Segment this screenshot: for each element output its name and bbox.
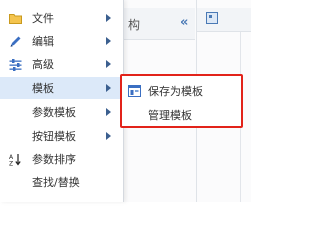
menu-item-file[interactable]: 文件 [0, 7, 123, 29]
submenu-arrow-icon [106, 108, 111, 116]
menu-item-label: 编辑 [32, 35, 54, 48]
save-template-icon [128, 85, 141, 97]
submenu-arrow-icon [106, 84, 111, 92]
menu-item-label: 高级 [32, 58, 54, 71]
menu-item-template[interactable]: 模板 [0, 77, 123, 99]
folder-icon [9, 12, 22, 25]
submenu-item-manage-templates[interactable]: 管理模板 [122, 103, 241, 125]
submenu-arrow-icon [106, 14, 111, 22]
menu-item-label: 文件 [32, 12, 54, 25]
template-submenu: 保存为模板 管理模板 [120, 74, 243, 128]
menu-item-find-replace[interactable]: 查找/替换 [0, 171, 123, 193]
menu-item-advanced[interactable]: 高级 [0, 53, 123, 75]
menu-item-edit[interactable]: 编辑 [0, 30, 123, 52]
menu-item-param-template[interactable]: 参数模板 [0, 101, 123, 123]
panel-header-title: 构 [128, 18, 141, 32]
menu-item-button-template[interactable]: 按钮模板 [0, 125, 123, 147]
menu-item-label: 模板 [32, 82, 54, 95]
collapse-panel-icon[interactable]: « [180, 15, 188, 30]
menu-item-param-sort[interactable]: A Z 参数排序 [0, 148, 123, 170]
menu-item-label: 参数排序 [32, 153, 76, 166]
submenu-item-label: 保存为模板 [148, 85, 203, 98]
menu-item-label: 查找/替换 [32, 176, 80, 189]
sort-az-icon: A Z [9, 153, 22, 166]
submenu-arrow-icon [106, 37, 111, 45]
context-menu: 文件 编辑 高级 模板 参数模板 按钮模板 A Z 参数排序 查找/替换 [0, 0, 124, 202]
submenu-arrow-icon [106, 132, 111, 140]
menu-item-label: 按钮模板 [32, 130, 76, 143]
toolbar-form-icon[interactable] [206, 12, 218, 24]
submenu-item-save-as-template[interactable]: 保存为模板 [122, 79, 241, 101]
svg-text:Z: Z [9, 161, 13, 167]
submenu-arrow-icon [106, 60, 111, 68]
menu-item-label: 参数模板 [32, 106, 76, 119]
pencil-icon [9, 35, 22, 48]
sliders-icon [9, 58, 22, 71]
submenu-item-label: 管理模板 [148, 109, 192, 122]
